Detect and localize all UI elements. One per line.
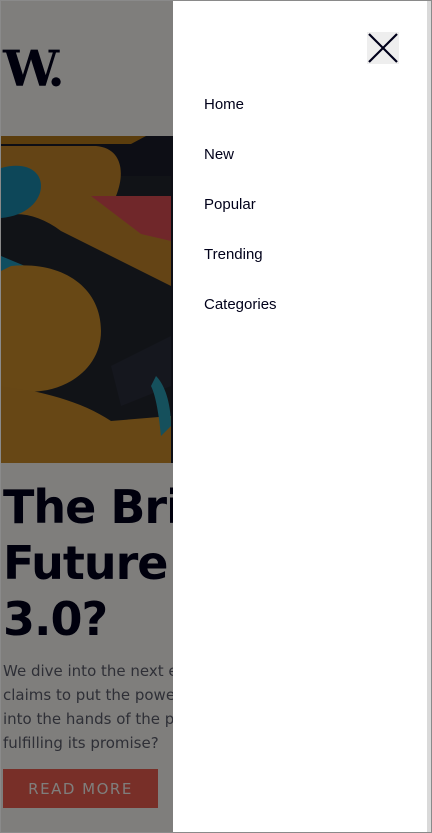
menu-item-categories: Categories [204,293,277,343]
menu-item-popular: Popular [204,193,277,243]
menu-item-new: New [204,143,277,193]
menu-link-popular[interactable]: Popular [204,193,256,217]
menu-link-trending[interactable]: Trending [204,243,263,267]
menu-link-categories[interactable]: Categories [204,293,277,317]
close-menu-button[interactable] [367,32,399,64]
nav-drawer: Home New Popular Trending Categories [173,1,427,832]
menu-backdrop[interactable] [1,1,173,832]
browser-viewport: W. The Brig Future o 3.0? We dive i [0,0,432,833]
menu-link-home[interactable]: Home [204,93,244,117]
menu-item-home: Home [204,93,277,143]
menu-item-trending: Trending [204,243,277,293]
close-icon [368,33,398,63]
menu-link-new[interactable]: New [204,143,234,167]
scrollbar[interactable] [427,1,431,832]
nav-menu: Home New Popular Trending Categories [204,93,277,343]
